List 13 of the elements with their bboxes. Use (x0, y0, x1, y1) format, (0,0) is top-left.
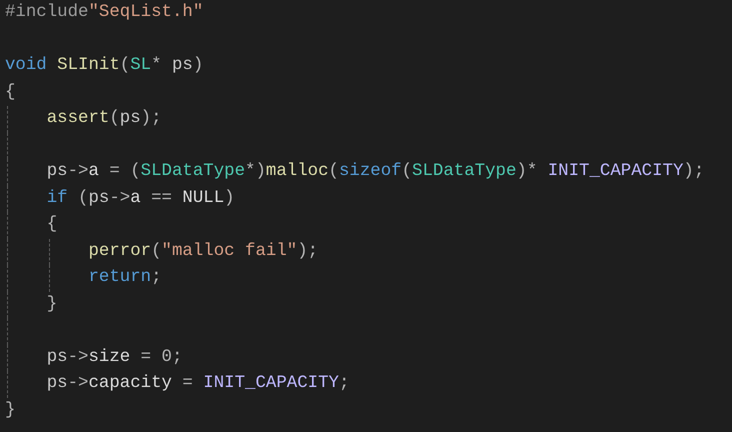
code-line: perror("malloc fail"); (88, 240, 318, 262)
code-line: } (5, 400, 16, 422)
code-line: assert(ps); (46, 108, 162, 130)
code-line: { (46, 214, 58, 236)
code-line: { (5, 82, 16, 104)
code-line: ps->a = (SLDataType*)malloc(sizeof(SLDataType)* INIT_CAPACITY); (46, 161, 704, 183)
code-line: } (46, 294, 58, 316)
code-line: ps->capacity = INIT_CAPACITY; (46, 373, 350, 395)
code-line: if (ps->a == NULL) (46, 188, 235, 210)
code-line: return; (88, 267, 162, 289)
code-line: ps->size = 0; (46, 346, 182, 368)
code-line: void SLInit(SL* ps) (5, 55, 204, 77)
code-line: #include"SeqList.h" (5, 2, 204, 24)
